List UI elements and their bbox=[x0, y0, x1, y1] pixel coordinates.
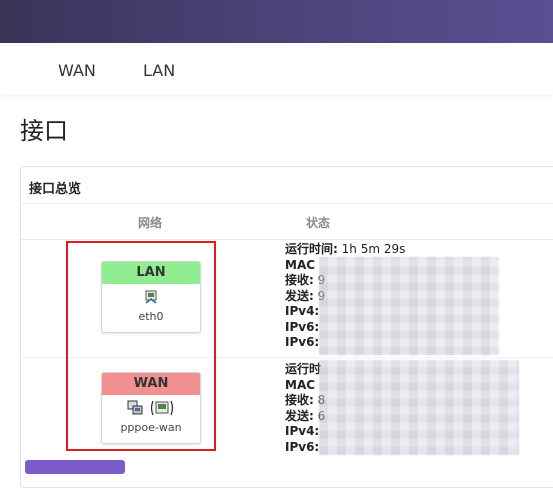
column-header-network: 网络 bbox=[138, 216, 163, 230]
interface-subnav: WAN LAN bbox=[0, 43, 553, 95]
status-key: 接收: bbox=[285, 393, 314, 407]
tab-lan[interactable]: LAN bbox=[143, 61, 175, 80]
page-title: 接口 bbox=[20, 117, 68, 145]
status-key: IPv4: bbox=[285, 304, 320, 318]
card-header-divider bbox=[21, 203, 553, 204]
table-header-divider bbox=[21, 239, 553, 240]
status-key: 运行时间: bbox=[285, 242, 338, 256]
status-key: IPv6: bbox=[285, 439, 320, 454]
status-key: 发送: bbox=[285, 408, 314, 423]
status-value: 1h 5m 29s bbox=[341, 242, 406, 256]
top-header-bar bbox=[0, 0, 553, 43]
interface-overview-card: 接口总览 网络 状态 LAN eth0 WAN pppoe-wan 运行时间: … bbox=[20, 166, 553, 488]
action-button[interactable] bbox=[25, 460, 125, 474]
card-title: 接口总览 bbox=[29, 182, 82, 197]
redacted-region-wan bbox=[319, 360, 519, 455]
status-key: 发送: bbox=[285, 288, 314, 303]
status-key: IPv4: bbox=[285, 424, 320, 438]
highlight-frame bbox=[66, 241, 216, 451]
tab-wan[interactable]: WAN bbox=[58, 61, 96, 80]
status-key: 运行时 bbox=[285, 362, 322, 376]
status-key: 接收: bbox=[285, 273, 314, 287]
redacted-region-lan bbox=[319, 257, 499, 355]
status-key: MAC bbox=[285, 257, 316, 272]
column-header-status: 状态 bbox=[306, 216, 331, 230]
status-key: IPv6: bbox=[285, 319, 320, 334]
status-key: IPv6: bbox=[285, 335, 320, 349]
status-key: MAC bbox=[285, 377, 316, 392]
